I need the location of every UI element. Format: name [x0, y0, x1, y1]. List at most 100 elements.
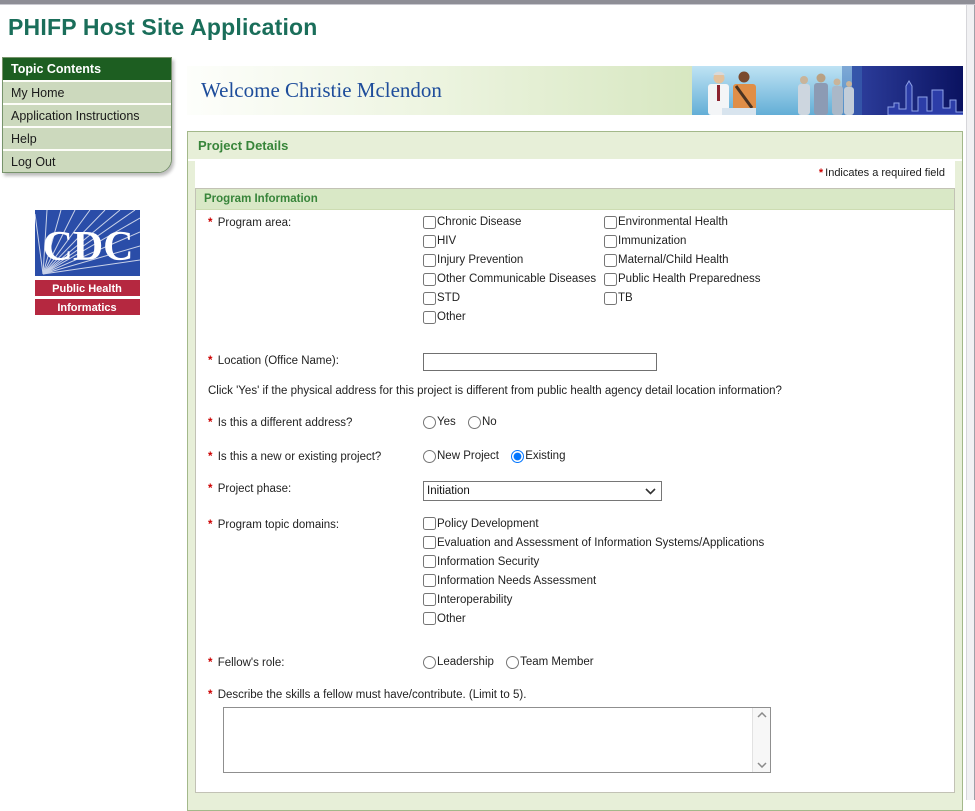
checkbox-program-other-input[interactable] [423, 311, 436, 324]
different-address-label: * Is this a different address? [208, 415, 423, 431]
field-label: Is this a different address? [217, 417, 353, 429]
checkbox-interoperability[interactable]: Interoperability [423, 593, 942, 612]
required-asterisk: * [208, 519, 213, 531]
field-program-area: * Program area: Chronic Disease Environm… [208, 215, 942, 329]
field-new-or-existing: * Is this a new or existing project? New… [208, 449, 942, 466]
cdc-logo-acronym: CDC [43, 224, 134, 270]
checkbox-interoperability-input[interactable] [423, 593, 436, 606]
radio-team-member-input[interactable] [506, 656, 520, 669]
welcome-banner: Welcome Christie Mclendon [187, 66, 963, 115]
sidebar-item-log-out[interactable]: Log Out [3, 149, 171, 172]
scroll-up-icon[interactable] [756, 712, 767, 718]
sidebar-item-help[interactable]: Help [3, 126, 171, 149]
sidebar-item-application-instructions[interactable]: Application Instructions [3, 103, 171, 126]
checkbox-information-needs-assessment[interactable]: Information Needs Assessment [423, 574, 942, 593]
required-note-text: Indicates a required field [825, 167, 945, 179]
radio-different-address-no-input[interactable] [467, 416, 481, 429]
checkbox-label: Other Communicable Diseases [437, 273, 597, 285]
checkbox-other-communicable-diseases-input[interactable] [423, 273, 436, 286]
checkbox-policy-development-input[interactable] [423, 517, 436, 530]
checkbox-domain-other-input[interactable] [423, 612, 436, 625]
topic-domains-label: * Program topic domains: [208, 517, 423, 533]
checkbox-hiv[interactable]: HIV [423, 234, 604, 249]
required-asterisk: * [208, 483, 213, 495]
checkbox-label: Information Security [437, 556, 540, 568]
new-or-existing-label: * Is this a new or existing project? [208, 449, 423, 465]
checkbox-information-security-input[interactable] [423, 555, 436, 568]
checkbox-injury-prevention[interactable]: Injury Prevention [423, 253, 604, 268]
banner-photo [692, 66, 963, 115]
required-asterisk: * [208, 217, 213, 229]
scroll-down-icon[interactable] [756, 762, 767, 768]
checkbox-label: HIV [437, 235, 457, 247]
checkbox-maternal-child-health-input[interactable] [604, 254, 617, 267]
checkbox-maternal-child-health[interactable]: Maternal/Child Health [604, 253, 942, 268]
skills-textarea[interactable] [224, 708, 751, 772]
radio-different-address-no[interactable]: No [467, 415, 497, 430]
project-phase-label: * Project phase: [208, 481, 423, 497]
location-input[interactable] [423, 353, 657, 371]
address-note: Click 'Yes' if the physical address for … [208, 385, 782, 397]
checkbox-std-input[interactable] [423, 292, 436, 305]
checkbox-public-health-preparedness[interactable]: Public Health Preparedness [604, 272, 942, 287]
fellows-role-label: * Fellow's role: [208, 655, 423, 671]
checkbox-environmental-health[interactable]: Environmental Health [604, 215, 942, 230]
radio-label: Team Member [520, 656, 594, 668]
checkbox-chronic-disease-input[interactable] [423, 216, 436, 229]
program-information-box: Program Information * Program area: Chro… [195, 188, 955, 793]
checkbox-immunization[interactable]: Immunization [604, 234, 942, 249]
radio-different-address-yes[interactable]: Yes [423, 415, 456, 430]
checkbox-domain-other[interactable]: Other [423, 612, 942, 631]
checkbox-hiv-input[interactable] [423, 235, 436, 248]
browser-scrollbar[interactable] [966, 5, 975, 800]
required-asterisk: * [208, 657, 213, 669]
checkbox-evaluation-assessment[interactable]: Evaluation and Assessment of Information… [423, 536, 942, 555]
checkbox-information-needs-assessment-input[interactable] [423, 574, 436, 587]
content-panel: Project Details * Indicates a required fi… [187, 131, 963, 811]
radio-leadership[interactable]: Leadership [423, 655, 494, 670]
radio-new-project[interactable]: New Project [423, 449, 499, 464]
checkbox-other-communicable-diseases[interactable]: Other Communicable Diseases [423, 272, 604, 287]
checkbox-label: Policy Development [437, 518, 539, 530]
checkbox-std[interactable]: STD [423, 291, 604, 306]
field-label: Program topic domains: [217, 519, 340, 531]
sidebar: Topic Contents My Home Application Instr… [2, 57, 172, 173]
project-phase-select[interactable]: Initiation [423, 481, 662, 501]
radio-existing[interactable]: Existing [511, 449, 565, 464]
radio-label: New Project [437, 450, 499, 462]
radio-leadership-input[interactable] [423, 656, 436, 669]
section-title: Project Details [188, 132, 962, 161]
checkbox-evaluation-assessment-input[interactable] [423, 536, 436, 549]
program-area-options: Chronic Disease Environmental Health HIV… [423, 215, 942, 329]
checkbox-tb-input[interactable] [604, 292, 617, 305]
required-asterisk: * [208, 451, 213, 463]
radio-new-project-input[interactable] [423, 450, 436, 463]
sidebar-item-my-home[interactable]: My Home [3, 80, 171, 103]
checkbox-tb[interactable]: TB [604, 291, 942, 306]
checkbox-environmental-health-input[interactable] [604, 216, 617, 229]
required-asterisk: * [208, 355, 213, 367]
required-field-note: * Indicates a required field [195, 161, 955, 188]
program-area-label: * Program area: [208, 215, 423, 231]
checkbox-chronic-disease[interactable]: Chronic Disease [423, 215, 604, 230]
field-topic-domains: * Program topic domains: Policy Developm… [208, 517, 942, 631]
radio-label: Yes [437, 416, 456, 428]
field-location: * Location (Office Name): [208, 353, 942, 371]
group-title: Program Information [196, 189, 954, 210]
field-label: Program area: [217, 217, 292, 229]
textarea-scrollbar[interactable] [752, 708, 770, 772]
checkbox-policy-development[interactable]: Policy Development [423, 517, 942, 536]
checkbox-label: Immunization [618, 235, 687, 247]
checkbox-label: Chronic Disease [437, 216, 522, 228]
checkbox-program-other[interactable]: Other [423, 310, 604, 325]
radio-existing-input[interactable] [511, 450, 525, 463]
checkbox-public-health-preparedness-input[interactable] [604, 273, 617, 286]
radio-different-address-yes-input[interactable] [423, 416, 436, 429]
window-top-bar [0, 0, 975, 5]
checkbox-immunization-input[interactable] [604, 235, 617, 248]
checkbox-information-security[interactable]: Information Security [423, 555, 942, 574]
checkbox-injury-prevention-input[interactable] [423, 254, 436, 267]
radio-label: Existing [525, 450, 566, 462]
radio-team-member[interactable]: Team Member [506, 655, 594, 670]
field-label: Location (Office Name): [217, 355, 339, 367]
